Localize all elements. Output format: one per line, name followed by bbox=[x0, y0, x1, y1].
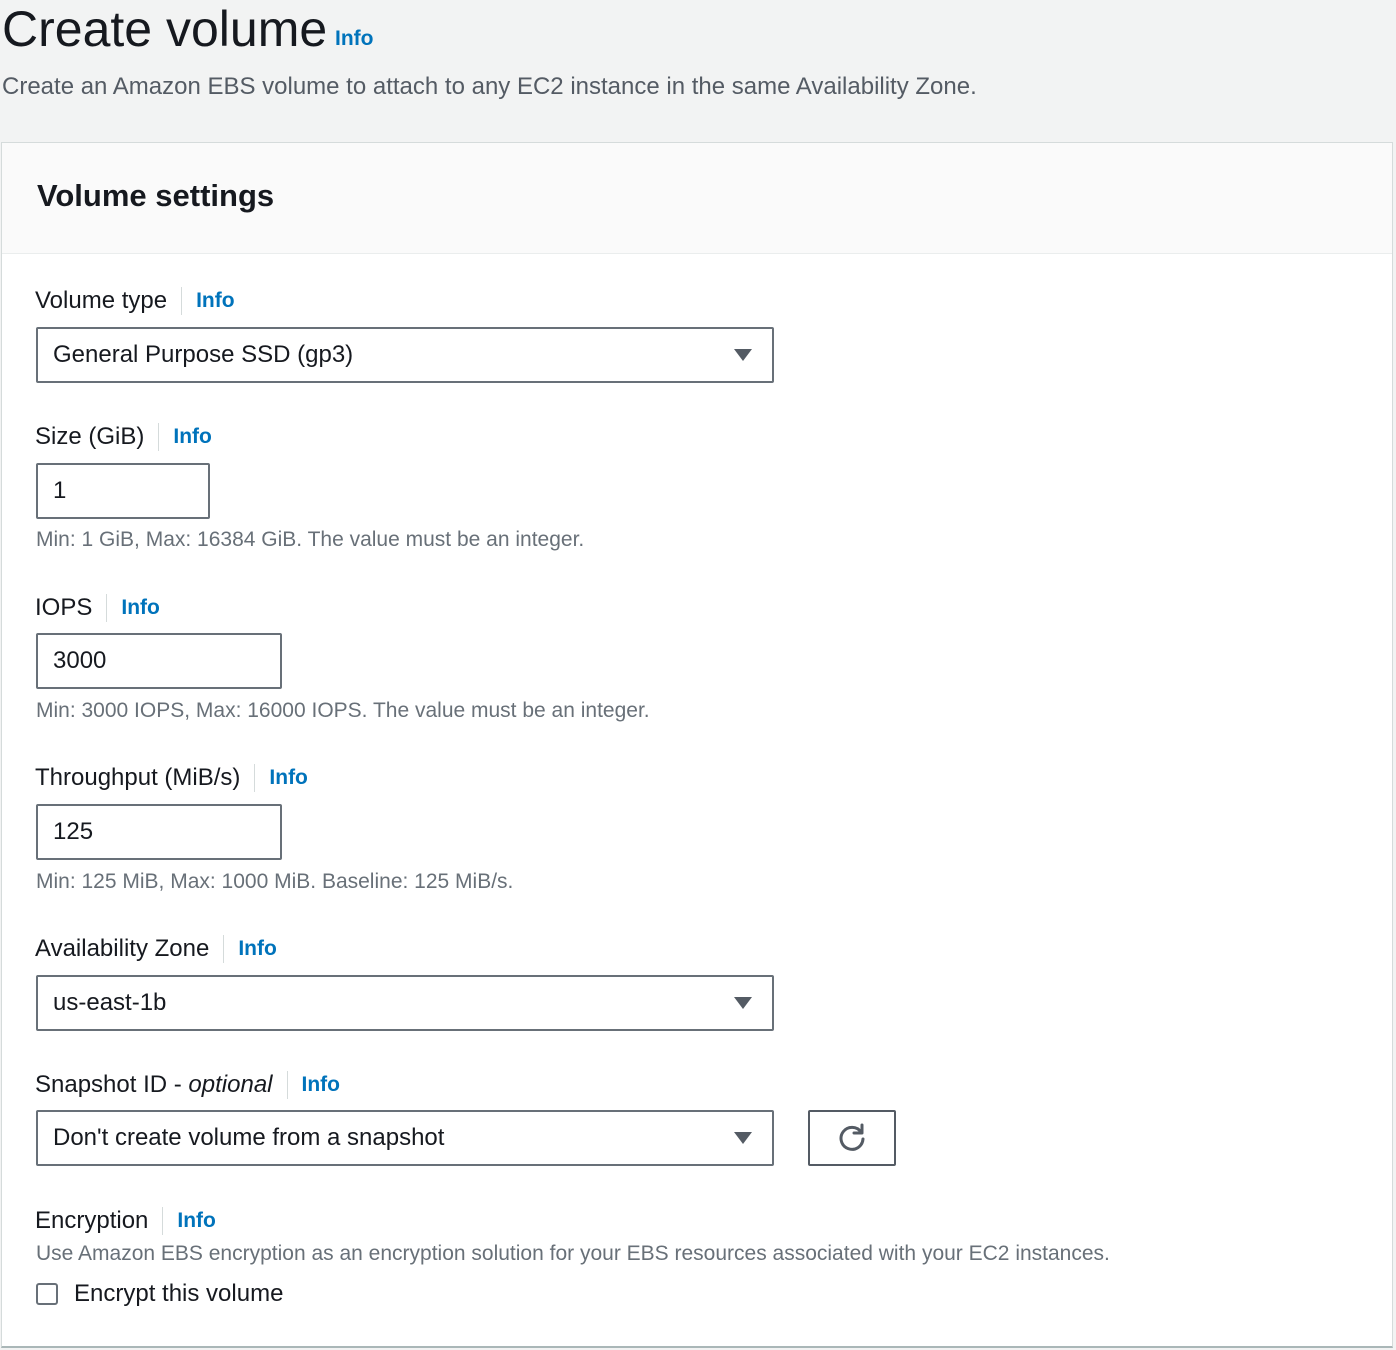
divider bbox=[254, 764, 256, 792]
iops-label-row: IOPS Info bbox=[35, 593, 160, 623]
caret-down-icon bbox=[734, 349, 752, 361]
volume-type-value: General Purpose SSD (gp3) bbox=[53, 341, 354, 368]
size-input[interactable]: 1 bbox=[36, 463, 210, 519]
iops-info-link[interactable]: Info bbox=[121, 593, 159, 623]
divider bbox=[106, 594, 108, 622]
size-label-row: Size (GiB) Info bbox=[35, 422, 212, 452]
divider bbox=[286, 1071, 288, 1099]
page-header: Create volume Info Create an Amazon EBS … bbox=[0, 0, 1396, 142]
availability-zone-select[interactable]: us-east-1b bbox=[36, 975, 774, 1031]
divider bbox=[181, 287, 183, 315]
snapshot-id-optional-label: optional bbox=[188, 1071, 273, 1098]
size-info-link[interactable]: Info bbox=[173, 422, 211, 452]
availability-zone-label-row: Availability Zone Info bbox=[35, 934, 277, 964]
availability-zone-label: Availability Zone bbox=[35, 935, 210, 962]
volume-type-label-row: Volume type Info bbox=[35, 286, 235, 316]
encryption-label-row: Encryption Info bbox=[35, 1206, 216, 1236]
iops-value: 3000 bbox=[53, 647, 107, 674]
availability-zone-value: us-east-1b bbox=[53, 989, 167, 1016]
divider bbox=[223, 935, 225, 963]
throughput-info-link[interactable]: Info bbox=[269, 763, 307, 793]
volume-type-label: Volume type bbox=[35, 287, 168, 314]
iops-input[interactable]: 3000 bbox=[36, 633, 282, 689]
availability-zone-info-link[interactable]: Info bbox=[238, 934, 276, 964]
page-title-info-link[interactable]: Info bbox=[335, 27, 373, 51]
volume-settings-container: Volume settings bbox=[1, 142, 1393, 1348]
page-title: Create volume bbox=[2, 1, 328, 57]
throughput-label-row: Throughput (MiB/s) Info bbox=[35, 763, 308, 793]
throughput-value: 125 bbox=[53, 818, 94, 845]
encrypt-volume-label[interactable]: Encrypt this volume bbox=[74, 1279, 283, 1309]
encrypt-volume-checkbox[interactable] bbox=[36, 1283, 58, 1305]
snapshot-id-label: Snapshot ID - optional bbox=[35, 1070, 273, 1100]
snapshot-id-label-row: Snapshot ID - optional Info bbox=[35, 1070, 340, 1100]
snapshot-id-info-link[interactable]: Info bbox=[302, 1070, 340, 1100]
encryption-label: Encryption bbox=[35, 1207, 149, 1234]
container-header: Volume settings bbox=[2, 143, 1392, 254]
refresh-icon bbox=[839, 1123, 865, 1151]
divider bbox=[162, 1207, 164, 1235]
size-label: Size (GiB) bbox=[35, 423, 145, 450]
encrypt-volume-row: Encrypt this volume bbox=[36, 1279, 283, 1309]
refresh-snapshots-button[interactable] bbox=[808, 1110, 896, 1166]
size-value: 1 bbox=[53, 477, 67, 504]
iops-hint: Min: 3000 IOPS, Max: 16000 IOPS. The val… bbox=[36, 699, 650, 722]
encryption-description: Use Amazon EBS encryption as an encrypti… bbox=[36, 1242, 1110, 1265]
throughput-input[interactable]: 125 bbox=[36, 804, 282, 860]
encryption-info-link[interactable]: Info bbox=[177, 1206, 215, 1236]
caret-down-icon bbox=[734, 1132, 752, 1144]
page-description: Create an Amazon EBS volume to attach to… bbox=[2, 73, 977, 100]
divider bbox=[158, 423, 160, 451]
size-hint: Min: 1 GiB, Max: 16384 GiB. The value mu… bbox=[36, 528, 585, 551]
throughput-hint: Min: 125 MiB, Max: 1000 MiB. Baseline: 1… bbox=[36, 870, 514, 893]
throughput-label: Throughput (MiB/s) bbox=[35, 764, 241, 791]
caret-down-icon bbox=[734, 997, 752, 1009]
snapshot-id-select[interactable]: Don't create volume from a snapshot bbox=[36, 1110, 774, 1166]
iops-label: IOPS bbox=[35, 594, 93, 621]
container-title: Volume settings bbox=[37, 178, 275, 213]
snapshot-id-label-text: Snapshot ID - bbox=[35, 1071, 189, 1098]
snapshot-id-value: Don't create volume from a snapshot bbox=[53, 1124, 445, 1151]
volume-type-info-link[interactable]: Info bbox=[196, 286, 234, 316]
volume-type-select[interactable]: General Purpose SSD (gp3) bbox=[36, 327, 774, 383]
